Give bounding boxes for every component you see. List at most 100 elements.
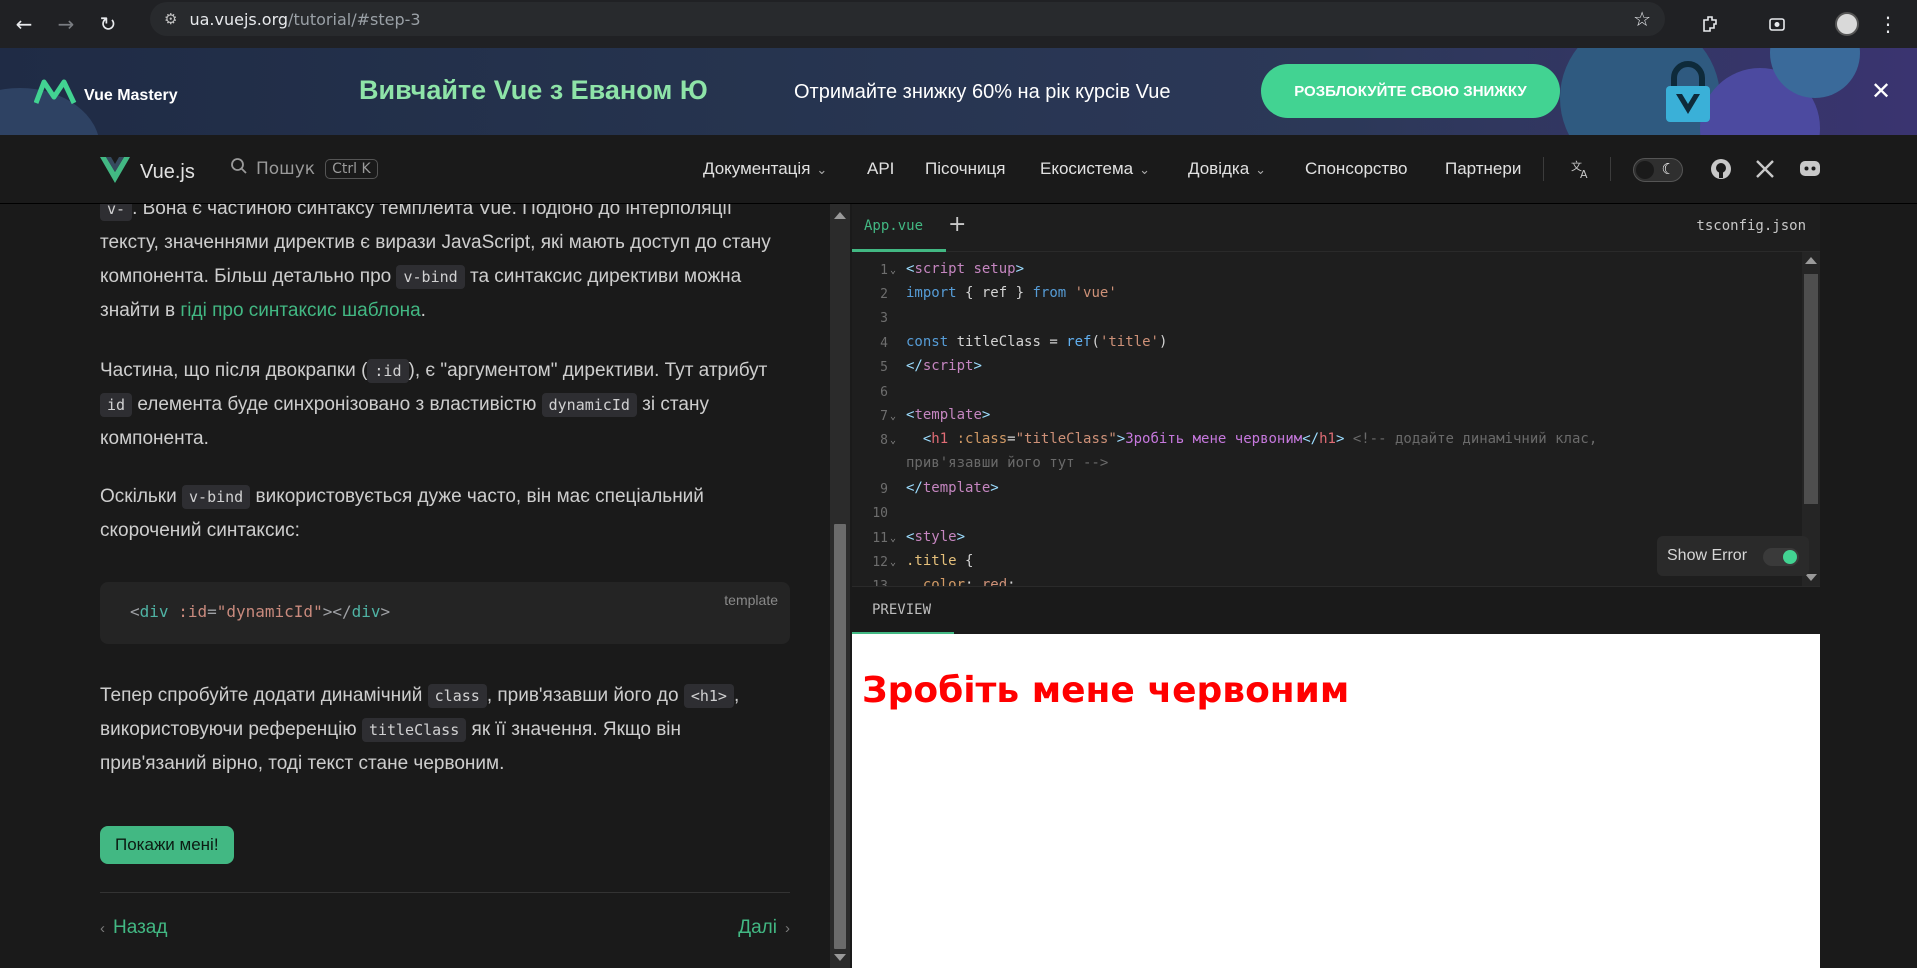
github-icon[interactable] [1707, 155, 1735, 183]
code-language-label: template [724, 592, 778, 608]
inline-code: titleClass [361, 718, 467, 742]
page-margin [1820, 204, 1917, 968]
x-twitter-icon[interactable] [1751, 155, 1779, 183]
discord-icon[interactable] [1796, 155, 1824, 183]
scrollbar-thumb[interactable] [1804, 274, 1818, 504]
forward-arrow-icon[interactable]: → [48, 6, 84, 42]
paragraph-2: Частина, що після двокрапки (:id), є "ар… [100, 354, 790, 456]
scroll-up-icon[interactable] [1805, 257, 1817, 264]
nav-about[interactable]: Довідка ⌄ [1188, 159, 1266, 179]
nav-about-label: Довідка [1188, 159, 1250, 178]
nav-sponsor[interactable]: Спонсорство [1305, 159, 1408, 179]
fold-chevron-icon[interactable]: ⌄ [890, 435, 896, 446]
scroll-down-icon[interactable] [834, 954, 846, 961]
nav-playground[interactable]: Пісочниця [925, 159, 1005, 179]
nav-playground-label: Пісочниця [925, 159, 1006, 178]
unlock-discount-button[interactable]: РОЗБЛОКУЙТЕ СВОЮ ЗНИЖКУ [1261, 64, 1560, 118]
tutorial-pagination: ‹ Назад Далі › [100, 892, 790, 938]
fold-chevron-icon[interactable]: ⌄ [890, 411, 896, 422]
nav-api[interactable]: API [867, 159, 894, 179]
paragraph-3: Оскільки v-bind використовується дуже ча… [100, 480, 790, 548]
line-number: 5 [880, 360, 888, 375]
toggle-switch[interactable] [1763, 548, 1799, 566]
lock-icon [1662, 60, 1714, 124]
code-token: > [380, 602, 391, 621]
inline-code: dynamicId [541, 393, 637, 417]
fold-chevron-icon[interactable]: ⌄ [890, 533, 896, 544]
banner-title: Вивчайте Vue з Еваном Ю [359, 75, 708, 105]
code-token: ></ [322, 602, 352, 621]
browser-menu-icon[interactable]: ⋮ [1870, 6, 1906, 42]
vue-logo-link[interactable]: Vue.js [100, 157, 195, 187]
paragraph-text: Оскільки [100, 486, 183, 507]
code-line: color: red; [922, 577, 1016, 586]
chevron-down-icon: ⌄ [1255, 162, 1267, 177]
nav-docs[interactable]: Документація ⌄ [703, 159, 827, 179]
nav-divider [1543, 157, 1544, 181]
line-number: 13 [852, 579, 888, 586]
chevron-left-icon: ‹ [100, 920, 105, 937]
nav-partners[interactable]: Партнери [1445, 159, 1521, 179]
bookmark-star-icon[interactable]: ☆ [1633, 7, 1651, 31]
vue-logo-icon [100, 157, 130, 187]
tab-preview[interactable]: PREVIEW [872, 602, 931, 618]
inline-code: v-bind [396, 265, 465, 289]
scrollbar-thumb[interactable] [834, 524, 846, 949]
inline-code: <h1> [683, 684, 734, 708]
prev-link[interactable]: ‹ Назад [100, 917, 167, 939]
nav-ecosystem-label: Екосистема [1040, 159, 1134, 178]
screenshot-icon[interactable] [1759, 6, 1795, 42]
add-file-button[interactable]: + [948, 212, 966, 237]
content-scrollbar[interactable] [830, 204, 850, 968]
line-number: 10 [872, 506, 888, 521]
syntax-guide-link[interactable]: гіді про синтаксис шаблона [180, 300, 420, 321]
nav-docs-label: Документація [703, 159, 811, 178]
search-button[interactable]: Пошук Ctrl K [230, 157, 378, 180]
chevron-right-icon: › [785, 920, 790, 937]
fold-chevron-icon[interactable]: ⌄ [890, 557, 896, 568]
scroll-up-icon[interactable] [834, 212, 846, 219]
paragraph-text: ), є "аргументом" директиви. Тут атрибут [408, 360, 768, 381]
line-number: 1 [880, 263, 888, 278]
fold-chevron-icon[interactable]: ⌄ [890, 265, 896, 276]
vue-mastery-logo[interactable]: Vue Mastery [33, 78, 178, 113]
translate-icon[interactable]: 文A [1567, 155, 1595, 183]
back-arrow-icon[interactable]: ← [6, 6, 42, 42]
next-link[interactable]: Далі › [738, 917, 790, 939]
extensions-icon[interactable] [1693, 6, 1729, 42]
show-error-toggle[interactable]: Show Error [1657, 536, 1809, 576]
nav-sponsor-label: Спонсорство [1305, 159, 1408, 178]
line-number: 2 [880, 287, 888, 302]
code-line: </template> [906, 480, 999, 496]
chevron-down-icon: ⌄ [1139, 162, 1151, 177]
tab-tsconfig[interactable]: tsconfig.json [1696, 218, 1806, 234]
show-me-button[interactable]: Покажи мені! [100, 826, 234, 864]
reload-icon[interactable]: ↻ [90, 6, 126, 42]
nav-ecosystem[interactable]: Екосистема ⌄ [1040, 159, 1150, 179]
inline-code: id [100, 393, 133, 417]
site-title: Vue.js [140, 160, 195, 183]
dark-mode-toggle[interactable]: ☾ [1633, 158, 1683, 182]
code-token: div [139, 602, 169, 621]
next-label: Далі [738, 917, 777, 938]
inline-code: v-bind [182, 485, 251, 509]
address-bar[interactable]: ⚙ ua.vuejs.org/tutorial/#step-3 ☆ [150, 2, 1665, 36]
paragraph-4: Тепер спробуйте додати динамічний class,… [100, 679, 790, 781]
promo-banner: Vue Mastery Вивчайте Vue з Еваном Ю Отри… [0, 48, 1917, 135]
paragraph-1: v-. Вона є частиною синтаксу темплейта V… [100, 204, 790, 328]
vue-mastery-mark-icon [33, 78, 78, 113]
code-line: <script setup> [906, 261, 1025, 277]
line-number: 8 [880, 433, 888, 448]
url-text[interactable]: ua.vuejs.org/tutorial/#step-3 [189, 10, 420, 29]
inline-code: v- [100, 204, 133, 221]
nav-api-label: API [867, 159, 895, 178]
site-info-icon[interactable]: ⚙ [164, 10, 177, 28]
code-token: < [130, 602, 140, 621]
code-line: .title { [906, 553, 974, 569]
scroll-down-icon[interactable] [1805, 574, 1817, 581]
search-shortcut: Ctrl K [325, 158, 378, 179]
close-banner-icon[interactable]: ✕ [1866, 76, 1896, 106]
profile-avatar[interactable] [1829, 6, 1865, 42]
browser-toolbar: ← → ↻ ⚙ ua.vuejs.org/tutorial/#step-3 ☆ … [0, 0, 1917, 48]
tab-app-vue[interactable]: App.vue [864, 218, 923, 234]
